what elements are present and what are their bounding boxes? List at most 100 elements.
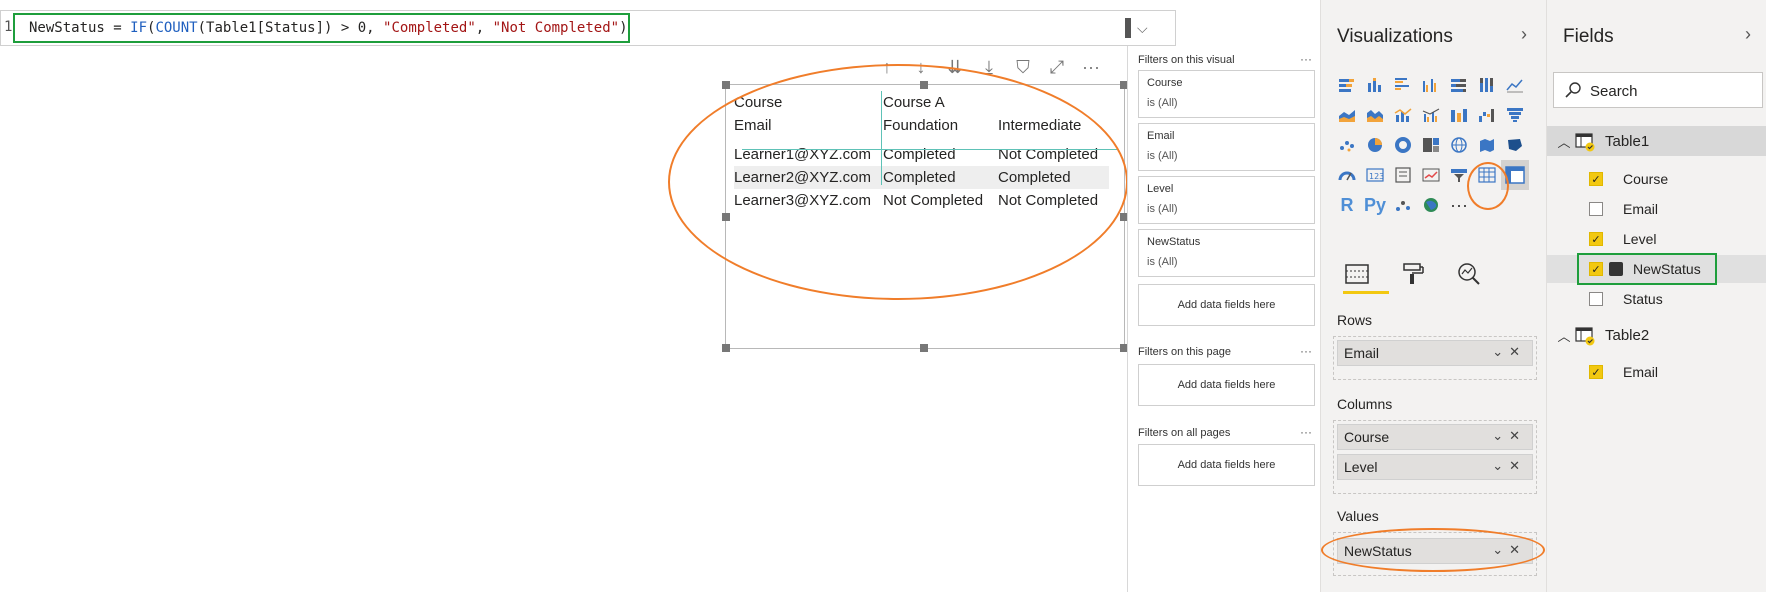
filter-card-condition: is (All) xyxy=(1147,97,1178,109)
card-icon[interactable]: 123 xyxy=(1361,160,1389,190)
formula-equals: = xyxy=(104,20,131,36)
focus-mode-icon[interactable]: ⤢ xyxy=(1045,57,1069,78)
funnel-chart-icon[interactable] xyxy=(1501,100,1529,130)
checkbox-checked[interactable]: ✓ xyxy=(1589,262,1603,276)
r-script-visual-icon[interactable]: R xyxy=(1333,190,1361,220)
column-header-level[interactable]: Intermediate xyxy=(994,117,1109,134)
more-options-icon[interactable]: ··· xyxy=(1300,425,1312,439)
gauge-icon[interactable] xyxy=(1333,160,1361,190)
rows-field-email[interactable]: Email ⌄✕ xyxy=(1337,340,1533,366)
matrix-visual-icon[interactable] xyxy=(1501,160,1529,190)
field-email[interactable]: Email xyxy=(1547,195,1766,223)
analytics-magnifier-icon[interactable] xyxy=(1455,260,1483,288)
treemap-icon[interactable] xyxy=(1417,130,1445,160)
clustered-column-chart-icon[interactable] xyxy=(1417,70,1445,100)
field-newstatus[interactable]: ✓ NewStatus xyxy=(1547,255,1766,283)
filter-card-course[interactable]: Course is (All) xyxy=(1138,70,1315,118)
dax-formula-editor[interactable]: NewStatus = IF(COUNT(Table1[Status]) > 0… xyxy=(13,13,630,43)
checkbox-unchecked[interactable] xyxy=(1589,292,1603,306)
table-row[interactable]: Learner1@XYZ.com Completed Not Completed xyxy=(734,143,1109,166)
add-data-fields-page[interactable]: Add data fields here xyxy=(1138,364,1315,406)
checkbox-unchecked[interactable] xyxy=(1589,202,1603,216)
line-and-clustered-column-icon[interactable] xyxy=(1417,100,1445,130)
formula-expand-button[interactable]: ⌵ xyxy=(1125,14,1165,42)
resize-handle[interactable] xyxy=(722,213,730,221)
fields-search-input[interactable]: Search xyxy=(1553,72,1763,108)
python-visual-icon[interactable]: Py xyxy=(1361,190,1389,220)
arrow-up-icon[interactable]: ↑ xyxy=(875,57,899,78)
collapse-chevron-icon[interactable]: › xyxy=(1745,24,1751,45)
add-data-fields-visual[interactable]: Add data fields here xyxy=(1138,284,1315,326)
100-percent-column-chart-icon[interactable] xyxy=(1473,70,1501,100)
field-level[interactable]: ✓ Level xyxy=(1547,225,1766,253)
filled-map-icon[interactable] xyxy=(1473,130,1501,160)
stacked-area-chart-icon[interactable] xyxy=(1361,100,1389,130)
table-node-table2[interactable]: ︿ Table2 xyxy=(1547,320,1766,350)
resize-handle[interactable] xyxy=(722,81,730,89)
shape-map-icon[interactable] xyxy=(1501,130,1529,160)
more-options-icon[interactable]: ··· xyxy=(1300,344,1312,358)
more-options-icon[interactable]: ··· xyxy=(1300,52,1312,66)
field-pill-controls[interactable]: ⌄✕ xyxy=(1492,542,1526,558)
map-icon[interactable] xyxy=(1445,130,1473,160)
field-course[interactable]: ✓ Course xyxy=(1547,165,1766,193)
columns-field-course[interactable]: Course ⌄✕ xyxy=(1337,424,1533,450)
filter-card-level[interactable]: Level is (All) xyxy=(1138,176,1315,224)
field-pill-controls[interactable]: ⌄✕ xyxy=(1492,458,1526,474)
line-chart-icon[interactable] xyxy=(1501,70,1529,100)
checkbox-checked[interactable]: ✓ xyxy=(1589,172,1603,186)
pie-chart-icon[interactable] xyxy=(1361,130,1389,160)
add-data-fields-all-pages[interactable]: Add data fields here xyxy=(1138,444,1315,486)
multi-row-card-icon[interactable] xyxy=(1389,160,1417,190)
filter-card-newstatus[interactable]: NewStatus is (All) xyxy=(1138,229,1315,277)
fields-tab-icon[interactable] xyxy=(1343,260,1371,288)
table-row[interactable]: Learner2@XYZ.com Completed Completed xyxy=(734,166,1109,189)
stacked-column-chart-icon[interactable] xyxy=(1361,70,1389,100)
field-email[interactable]: ✓ Email xyxy=(1547,358,1766,386)
kpi-icon[interactable] xyxy=(1417,160,1445,190)
field-pill-label: NewStatus xyxy=(1344,543,1412,559)
waterfall-chart-icon[interactable] xyxy=(1473,100,1501,130)
resize-handle[interactable] xyxy=(920,81,928,89)
row-email: Learner2@XYZ.com xyxy=(734,169,871,186)
format-paintroller-icon[interactable] xyxy=(1399,260,1427,288)
more-visuals-icon[interactable]: ··· xyxy=(1445,190,1473,220)
checkbox-checked[interactable]: ✓ xyxy=(1589,365,1603,379)
globe-map-icon[interactable] xyxy=(1417,190,1445,220)
slicer-icon[interactable] xyxy=(1445,160,1473,190)
expand-down-icon[interactable]: ⤓ xyxy=(977,57,1001,78)
100-percent-bar-chart-icon[interactable] xyxy=(1445,70,1473,100)
arrow-down-icon[interactable]: ↓ xyxy=(909,57,933,78)
field-status[interactable]: Status xyxy=(1547,285,1766,313)
clustered-bar-chart-icon[interactable] xyxy=(1389,70,1417,100)
column-header-level[interactable]: Foundation xyxy=(879,117,994,134)
table-node-table1[interactable]: ︿ Table1 xyxy=(1547,126,1766,156)
field-pill-controls[interactable]: ⌄✕ xyxy=(1492,428,1526,444)
formula-bar[interactable]: 1 NewStatus = IF(COUNT(Table1[Status]) >… xyxy=(0,10,1176,46)
more-options-icon[interactable]: ··· xyxy=(1079,57,1103,78)
double-arrow-down-icon[interactable]: ⇊ xyxy=(943,57,967,78)
columns-field-level[interactable]: Level ⌄✕ xyxy=(1337,454,1533,480)
field-pill-controls[interactable]: ⌄✕ xyxy=(1492,344,1526,360)
calculator-icon xyxy=(1609,262,1623,276)
stacked-bar-chart-icon[interactable] xyxy=(1333,70,1361,100)
donut-chart-icon[interactable] xyxy=(1389,130,1417,160)
matrix-visual[interactable]: Course Course A Email Foundation Interme… xyxy=(722,81,1128,352)
filter-card-email[interactable]: Email is (All) xyxy=(1138,123,1315,171)
values-field-newstatus[interactable]: NewStatus ⌄✕ xyxy=(1337,538,1533,564)
resize-handle[interactable] xyxy=(920,344,928,352)
checkbox-checked[interactable]: ✓ xyxy=(1589,232,1603,246)
filter-icon[interactable]: ⛉ xyxy=(1011,57,1035,78)
ribbon-chart-icon[interactable] xyxy=(1445,100,1473,130)
key-influencers-icon[interactable] xyxy=(1389,190,1417,220)
line-and-stacked-column-icon[interactable] xyxy=(1389,100,1417,130)
area-chart-icon[interactable] xyxy=(1333,100,1361,130)
scatter-chart-icon[interactable] xyxy=(1333,130,1361,160)
resize-handle[interactable] xyxy=(722,344,730,352)
collapse-chevron-icon[interactable]: › xyxy=(1521,24,1527,45)
table-row[interactable]: Learner3@XYZ.com Not Completed Not Compl… xyxy=(734,189,1109,212)
chevron-up-icon[interactable]: ︿ xyxy=(1553,132,1575,151)
chevron-up-icon[interactable]: ︿ xyxy=(1553,326,1575,345)
table-visual-icon[interactable] xyxy=(1473,160,1501,190)
column-header-course[interactable]: Course A xyxy=(879,94,994,111)
